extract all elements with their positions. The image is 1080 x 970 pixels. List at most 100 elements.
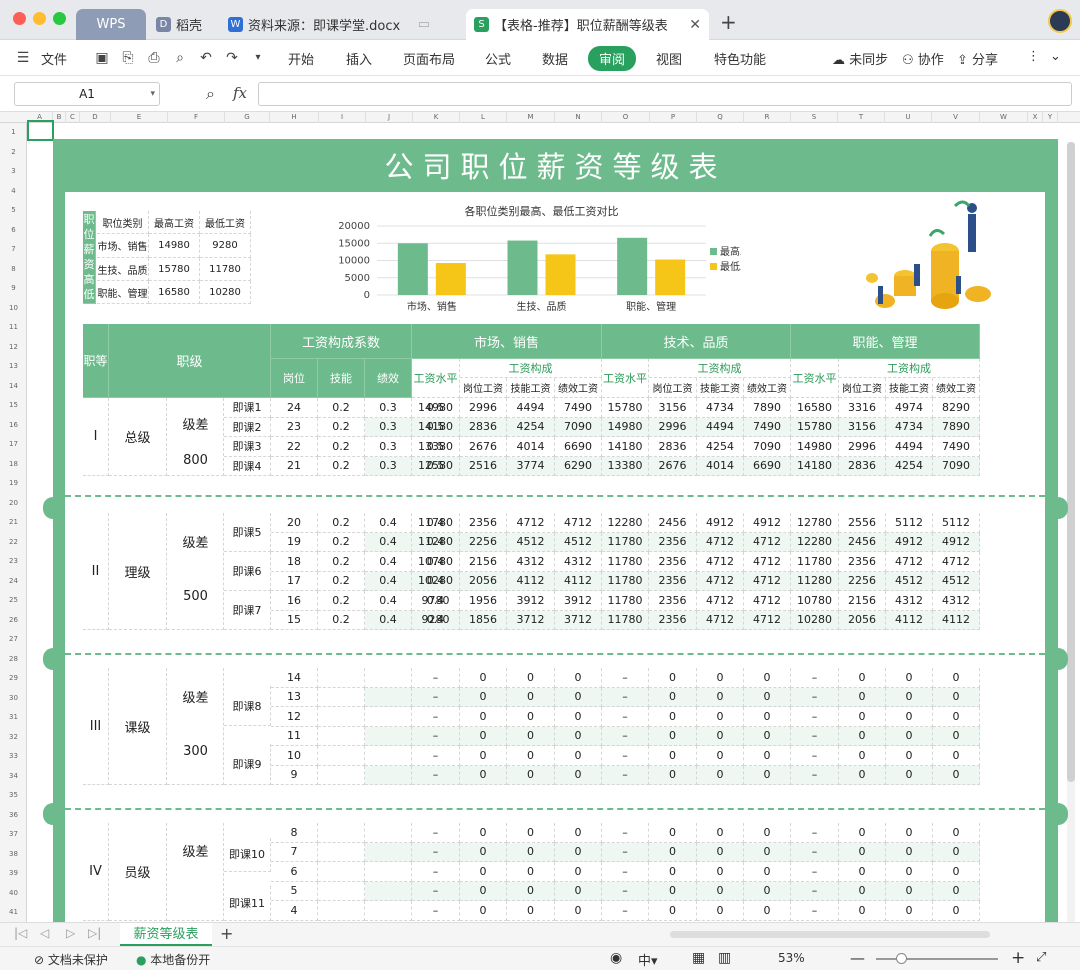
- prev-sheet-icon[interactable]: ◁: [40, 926, 49, 940]
- menu-view[interactable]: 视图: [656, 49, 682, 68]
- row-header[interactable]: 31: [0, 708, 27, 728]
- hamburger-menu-icon[interactable]: ☰: [14, 49, 32, 67]
- column-header[interactable]: O: [602, 112, 650, 123]
- row-header[interactable]: 19: [0, 474, 27, 494]
- zoom-in-icon[interactable]: +: [1011, 948, 1025, 968]
- formula-input[interactable]: [258, 82, 1072, 106]
- row-header[interactable]: 11: [0, 318, 27, 338]
- new-tab-icon[interactable]: +: [720, 10, 737, 34]
- column-header[interactable]: W: [980, 112, 1028, 123]
- menu-review[interactable]: 审阅: [588, 46, 637, 71]
- row-header[interactable]: 34: [0, 767, 27, 787]
- backup-status[interactable]: ● 本地备份开: [136, 951, 210, 968]
- row-header[interactable]: 38: [0, 845, 27, 865]
- row-header[interactable]: 41: [0, 903, 27, 922]
- row-header[interactable]: 4: [0, 182, 27, 202]
- collapse-ribbon-icon[interactable]: ⌄: [1050, 49, 1061, 64]
- row-header[interactable]: 8: [0, 260, 27, 280]
- menu-start[interactable]: 开始: [288, 49, 314, 68]
- column-header[interactable]: C: [66, 112, 80, 123]
- export-icon[interactable]: ⎘: [119, 49, 137, 67]
- row-header[interactable]: 20: [0, 494, 27, 514]
- column-header[interactable]: X: [1028, 112, 1043, 123]
- selected-cell[interactable]: [27, 120, 54, 141]
- row-header[interactable]: 23: [0, 552, 27, 572]
- column-header[interactable]: N: [555, 112, 602, 123]
- row-header[interactable]: 18: [0, 455, 27, 475]
- column-header[interactable]: E: [111, 112, 168, 123]
- row-header[interactable]: 36: [0, 806, 27, 826]
- column-header[interactable]: P: [650, 112, 697, 123]
- chevron-down-icon[interactable]: ▾: [249, 49, 267, 67]
- row-header[interactable]: 24: [0, 572, 27, 592]
- minimize-window-button[interactable]: [33, 12, 46, 25]
- row-header[interactable]: 9: [0, 279, 27, 299]
- print-preview-icon[interactable]: ⌕: [171, 49, 189, 67]
- row-header[interactable]: 40: [0, 884, 27, 904]
- avatar[interactable]: [1048, 9, 1072, 33]
- fx-icon[interactable]: fx: [233, 84, 247, 102]
- save-icon[interactable]: ▣: [93, 49, 111, 67]
- row-header[interactable]: 7: [0, 240, 27, 260]
- tab-docx[interactable]: W 资料来源：即课学堂.docx ▭: [220, 9, 460, 40]
- column-header[interactable]: D: [80, 112, 111, 123]
- next-sheet-icon[interactable]: ▷: [66, 926, 75, 940]
- sync-status[interactable]: ☁ 未同步: [832, 49, 888, 68]
- menu-features[interactable]: 特色功能: [714, 49, 766, 68]
- name-box[interactable]: A1 ▾: [14, 82, 160, 106]
- row-header[interactable]: 21: [0, 513, 27, 533]
- print-icon[interactable]: ⎙: [145, 49, 163, 67]
- collab-button[interactable]: ⚇ 协作: [902, 49, 944, 68]
- tab-daoke[interactable]: D 稻壳: [148, 9, 218, 40]
- fullscreen-icon[interactable]: ⤢: [1036, 950, 1046, 965]
- row-header[interactable]: 15: [0, 396, 27, 416]
- protect-status[interactable]: ⊘ 文档未保护: [34, 951, 108, 968]
- column-header[interactable]: S: [791, 112, 838, 123]
- first-sheet-icon[interactable]: |◁: [14, 926, 27, 940]
- row-header[interactable]: 5: [0, 201, 27, 221]
- zoom-slider-thumb[interactable]: [896, 953, 907, 964]
- row-header[interactable]: 26: [0, 611, 27, 631]
- row-header[interactable]: 16: [0, 416, 27, 436]
- tab-spreadsheet[interactable]: S 【表格-推荐】职位薪酬等级表 ✕: [466, 9, 709, 40]
- row-header[interactable]: 25: [0, 591, 27, 611]
- column-header[interactable]: L: [460, 112, 507, 123]
- vertical-scrollbar[interactable]: [1067, 142, 1075, 922]
- page-view-icon[interactable]: ▥: [718, 950, 731, 966]
- last-sheet-icon[interactable]: ▷|: [88, 926, 101, 940]
- add-sheet-icon[interactable]: +: [220, 924, 233, 943]
- column-header[interactable]: H: [270, 112, 319, 123]
- menu-formula[interactable]: 公式: [485, 49, 511, 68]
- menu-data[interactable]: 数据: [542, 49, 568, 68]
- normal-view-icon[interactable]: ▦: [692, 950, 705, 966]
- row-header[interactable]: 37: [0, 825, 27, 845]
- zoom-slider[interactable]: [876, 953, 998, 964]
- column-header[interactable]: I: [319, 112, 366, 123]
- row-header[interactable]: 32: [0, 728, 27, 748]
- menu-insert[interactable]: 插入: [346, 49, 372, 68]
- undo-icon[interactable]: ↶: [197, 49, 215, 67]
- column-header[interactable]: F: [168, 112, 225, 123]
- row-header[interactable]: 27: [0, 630, 27, 650]
- column-header[interactable]: G: [225, 112, 270, 123]
- row-header[interactable]: 30: [0, 689, 27, 709]
- eye-protect-icon[interactable]: ◉: [610, 950, 622, 966]
- tab-wps[interactable]: WPS: [76, 9, 146, 40]
- column-header[interactable]: U: [885, 112, 932, 123]
- maximize-window-button[interactable]: [53, 12, 66, 25]
- menu-page-layout[interactable]: 页面布局: [403, 49, 455, 68]
- row-header[interactable]: 14: [0, 377, 27, 397]
- row-header[interactable]: 10: [0, 299, 27, 319]
- column-header[interactable]: K: [413, 112, 460, 123]
- column-header[interactable]: V: [932, 112, 980, 123]
- column-header[interactable]: Y: [1043, 112, 1058, 123]
- row-header[interactable]: 22: [0, 533, 27, 553]
- row-header[interactable]: 17: [0, 435, 27, 455]
- row-header[interactable]: 3: [0, 162, 27, 182]
- chinese-input-icon[interactable]: 中▾: [638, 950, 658, 969]
- column-header[interactable]: Q: [697, 112, 744, 123]
- share-button[interactable]: ⇪ 分享: [957, 49, 998, 68]
- menu-file[interactable]: 文件: [41, 49, 67, 68]
- column-header[interactable]: R: [744, 112, 791, 123]
- column-header[interactable]: T: [838, 112, 885, 123]
